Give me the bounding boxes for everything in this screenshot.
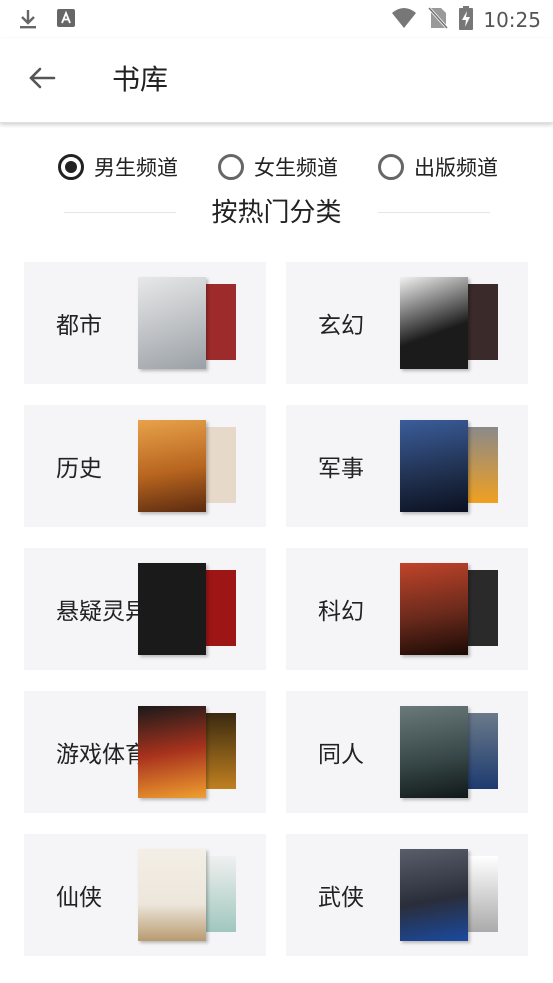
book-cover: [138, 563, 206, 655]
category-card-xuanyi[interactable]: 悬疑灵异: [24, 548, 266, 670]
category-card-lishi[interactable]: 历史: [24, 405, 266, 527]
no-sim-icon: [427, 6, 449, 34]
book-cover: [138, 277, 206, 369]
section-heading: 按热门分类: [211, 198, 342, 228]
divider-right: [378, 212, 490, 213]
status-time: 10:25: [483, 8, 541, 32]
book-cover: [400, 563, 468, 655]
category-label: 游戏体育: [56, 742, 148, 768]
font-icon: [56, 8, 76, 34]
channel-selector: 男生频道 女生频道 出版频道: [0, 152, 553, 192]
channel-label: 男生频道: [94, 156, 178, 180]
category-label: 仙侠: [56, 885, 102, 911]
category-card-dushi[interactable]: 都市: [24, 262, 266, 384]
radio-checked-icon: [58, 154, 84, 180]
book-cover: [138, 420, 206, 512]
category-label: 军事: [318, 456, 364, 482]
status-bar: 10:25: [0, 0, 553, 38]
arrow-left-icon: [28, 66, 56, 94]
radio-unchecked-icon: [218, 154, 244, 180]
page-title: 书库: [112, 63, 169, 96]
channel-female-radio[interactable]: 女生频道: [218, 152, 338, 182]
book-cover: [400, 706, 468, 798]
category-label: 同人: [318, 742, 364, 768]
back-button[interactable]: [22, 60, 62, 100]
radio-unchecked-icon: [378, 154, 404, 180]
download-icon: [18, 8, 38, 34]
category-label: 都市: [56, 313, 102, 339]
book-cover: [400, 277, 468, 369]
channel-label: 女生频道: [254, 156, 338, 180]
channel-publish-radio[interactable]: 出版频道: [378, 152, 498, 182]
category-card-xuanhuan[interactable]: 玄幻: [286, 262, 528, 384]
book-cover: [138, 849, 206, 941]
wifi-icon: [391, 7, 417, 33]
category-card-kehuan[interactable]: 科幻: [286, 548, 528, 670]
category-label: 科幻: [318, 599, 364, 625]
category-card-xianxia[interactable]: 仙侠: [24, 834, 266, 956]
book-cover: [400, 849, 468, 941]
battery-charging-icon: [459, 6, 474, 34]
category-card-junshi[interactable]: 军事: [286, 405, 528, 527]
category-label: 武侠: [318, 885, 364, 911]
channel-label: 出版频道: [414, 156, 498, 180]
app-bar: 书库: [0, 38, 553, 123]
category-label: 历史: [56, 456, 102, 482]
channel-male-radio[interactable]: 男生频道: [58, 152, 178, 182]
category-card-tongren[interactable]: 同人: [286, 691, 528, 813]
book-cover: [138, 706, 206, 798]
category-label: 玄幻: [318, 313, 364, 339]
category-label: 悬疑灵异: [56, 599, 148, 625]
book-cover: [400, 420, 468, 512]
category-card-wuxia[interactable]: 武侠: [286, 834, 528, 956]
category-card-youxi[interactable]: 游戏体育: [24, 691, 266, 813]
